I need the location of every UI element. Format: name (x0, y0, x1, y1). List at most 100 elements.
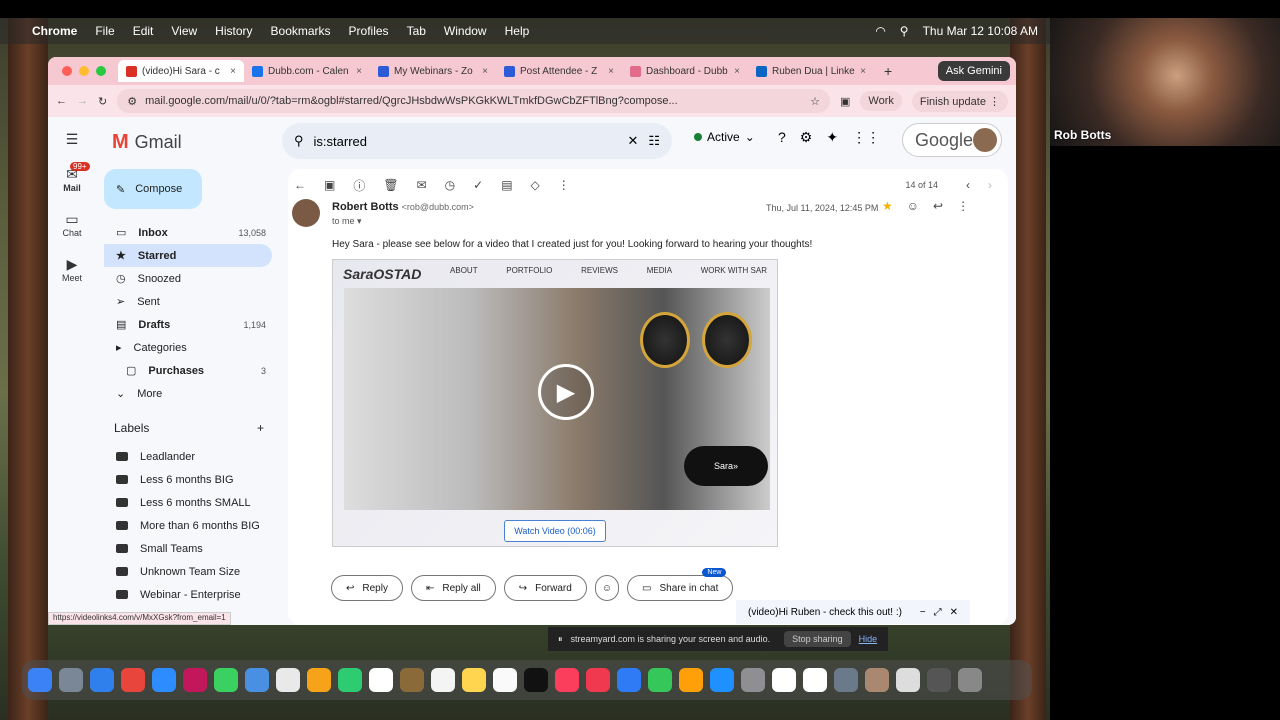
profile-button[interactable]: Work (860, 91, 902, 111)
menu-app-name[interactable]: Chrome (32, 24, 77, 38)
close-window-button[interactable] (62, 66, 72, 76)
forward-icon[interactable]: → (77, 95, 88, 107)
emoji-react-icon[interactable]: ☺ (907, 199, 919, 213)
nav-item-starred[interactable]: ★ Starred (104, 244, 272, 267)
sender-avatar[interactable] (292, 199, 320, 227)
label-item[interactable]: Webinar - Enterprise (104, 583, 272, 606)
search-bar[interactable]: ⚲ is:starred ✕ ☷ (282, 123, 672, 159)
search-icon[interactable]: ⚲ (294, 133, 304, 149)
nav-item-categories[interactable]: ▸ Categories (104, 336, 272, 359)
nav-item-purchases[interactable]: ▢ Purchases 3 (104, 359, 272, 382)
menu-view[interactable]: View (171, 24, 197, 38)
launchpad-icon[interactable] (59, 668, 83, 692)
reload-icon[interactable]: ↻ (98, 95, 107, 108)
search-options-icon[interactable]: ☷ (648, 133, 660, 149)
newer-icon[interactable]: ‹ (966, 178, 970, 192)
app-icon[interactable] (896, 668, 920, 692)
keynote-icon[interactable] (617, 668, 641, 692)
more-vert-icon[interactable]: ⋮ (558, 178, 570, 192)
reply-button[interactable]: ↩ Reply (331, 575, 403, 601)
stop-sharing-button[interactable]: Stop sharing (784, 631, 851, 647)
sender-name[interactable]: Robert Botts (332, 201, 399, 213)
finder-icon[interactable] (28, 668, 52, 692)
hide-button[interactable]: Hide (859, 634, 878, 644)
freeform-icon[interactable] (493, 668, 517, 692)
compose-button[interactable]: ✎ Compose (104, 169, 202, 209)
emoji-button[interactable]: ☺ (594, 575, 620, 601)
share-in-chat-button[interactable]: ▭ Share in chat New (627, 568, 734, 601)
back-to-list-icon[interactable]: ← (294, 178, 306, 192)
menubar-clock[interactable]: Thu Mar 12 10:08 AM (923, 24, 1038, 38)
snooze-icon[interactable]: ◷ (445, 178, 455, 192)
notes-icon[interactable] (462, 668, 486, 692)
safari-icon[interactable] (90, 668, 114, 692)
site-settings-icon[interactable]: ⚙ (127, 95, 137, 108)
close-tab-icon[interactable]: × (482, 66, 488, 77)
archive-icon[interactable]: ▣ (324, 178, 335, 192)
report-spam-icon[interactable]: ⓘ (353, 177, 365, 194)
menu-file[interactable]: File (95, 24, 114, 38)
clear-search-icon[interactable]: ✕ (627, 133, 638, 149)
app-icon[interactable] (865, 668, 889, 692)
nav-item-drafts[interactable]: ▤ Drafts 1,194 (104, 313, 272, 336)
extension-icon[interactable]: ▣ (840, 95, 850, 108)
maps-icon[interactable] (276, 668, 300, 692)
menu-window[interactable]: Window (444, 24, 487, 38)
tab-ruben-linkedin[interactable]: Ruben Dua | Linke × (748, 60, 874, 82)
recipient-toggle[interactable]: to me ▾ (332, 216, 474, 227)
label-item[interactable]: Less 6 months SMALL (104, 491, 272, 514)
search-icon[interactable]: ⚲ (900, 24, 909, 38)
play-icon[interactable]: ▶ (538, 364, 594, 420)
chrome-icon[interactable] (121, 668, 145, 692)
calendar-icon[interactable] (369, 668, 393, 692)
move-to-icon[interactable]: ▤ (501, 178, 512, 192)
photos-icon[interactable] (307, 668, 331, 692)
app-icon[interactable] (834, 668, 858, 692)
add-label-icon[interactable]: + (257, 421, 264, 435)
forward-button[interactable]: ↪ Forward (503, 575, 587, 601)
apple-tv-icon[interactable] (524, 668, 548, 692)
new-tab-icon[interactable]: + (884, 63, 892, 79)
nav-item-snoozed[interactable]: ◷ Snoozed (104, 267, 272, 290)
reply-all-button[interactable]: ⇤ Reply all (410, 575, 496, 601)
reminders-icon[interactable] (431, 668, 455, 692)
add-task-icon[interactable]: ✓ (473, 178, 483, 192)
url-field[interactable]: ⚙ mail.google.com/mail/u/0/?tab=rm&ogbl#… (117, 89, 831, 113)
system-settings-icon[interactable] (741, 668, 765, 692)
bookmark-star-icon[interactable]: ☆ (810, 95, 820, 108)
minimized-chat[interactable]: (video)Hi Ruben - check this out! :) − ⤢… (736, 600, 970, 624)
label-item[interactable]: Unknown Team Size (104, 560, 272, 583)
label-item[interactable]: More than 6 months BIG (104, 514, 272, 537)
minimize-window-button[interactable] (79, 66, 89, 76)
menu-tab[interactable]: Tab (407, 24, 426, 38)
back-icon[interactable]: ← (56, 95, 67, 107)
watch-video-button[interactable]: Watch Video (00:06) (504, 520, 606, 542)
wifi-icon[interactable]: ◠ (875, 24, 885, 38)
trash-icon[interactable] (958, 668, 982, 692)
starred-star-icon[interactable]: ★ (882, 199, 893, 213)
notes-app-icon[interactable] (400, 668, 424, 692)
mark-unread-icon[interactable]: ✉ (417, 178, 427, 192)
close-tab-icon[interactable]: × (734, 66, 740, 77)
older-icon[interactable]: › (988, 178, 1008, 192)
pages-icon[interactable] (679, 668, 703, 692)
zoom-icon[interactable] (152, 668, 176, 692)
google-account-button[interactable]: Google (902, 123, 1002, 157)
messages-icon[interactable] (214, 668, 238, 692)
rail-meet[interactable]: ▶ Meet (48, 256, 96, 283)
numbers-icon[interactable] (648, 668, 672, 692)
app-icon[interactable] (183, 668, 207, 692)
rail-mail[interactable]: ✉ 99+ Mail (48, 162, 96, 193)
menu-profiles[interactable]: Profiles (349, 24, 389, 38)
tab-dashboard-dubb[interactable]: Dashboard - Dubb × (622, 60, 748, 82)
label-item[interactable]: Leadlander (104, 445, 272, 468)
close-tab-icon[interactable]: × (608, 66, 614, 77)
label-item[interactable]: Small Teams (104, 537, 272, 560)
tab-video-hi-sara[interactable]: (video)Hi Sara - c × (118, 60, 244, 82)
close-tab-icon[interactable]: × (860, 66, 866, 77)
menu-edit[interactable]: Edit (133, 24, 154, 38)
hamburger-menu-icon[interactable]: ☰ (48, 131, 96, 148)
apps-grid-icon[interactable]: ⋮⋮ (852, 129, 880, 146)
app-icon[interactable] (927, 668, 951, 692)
tab-dubb-calendar[interactable]: Dubb.com - Calen × (244, 60, 370, 82)
